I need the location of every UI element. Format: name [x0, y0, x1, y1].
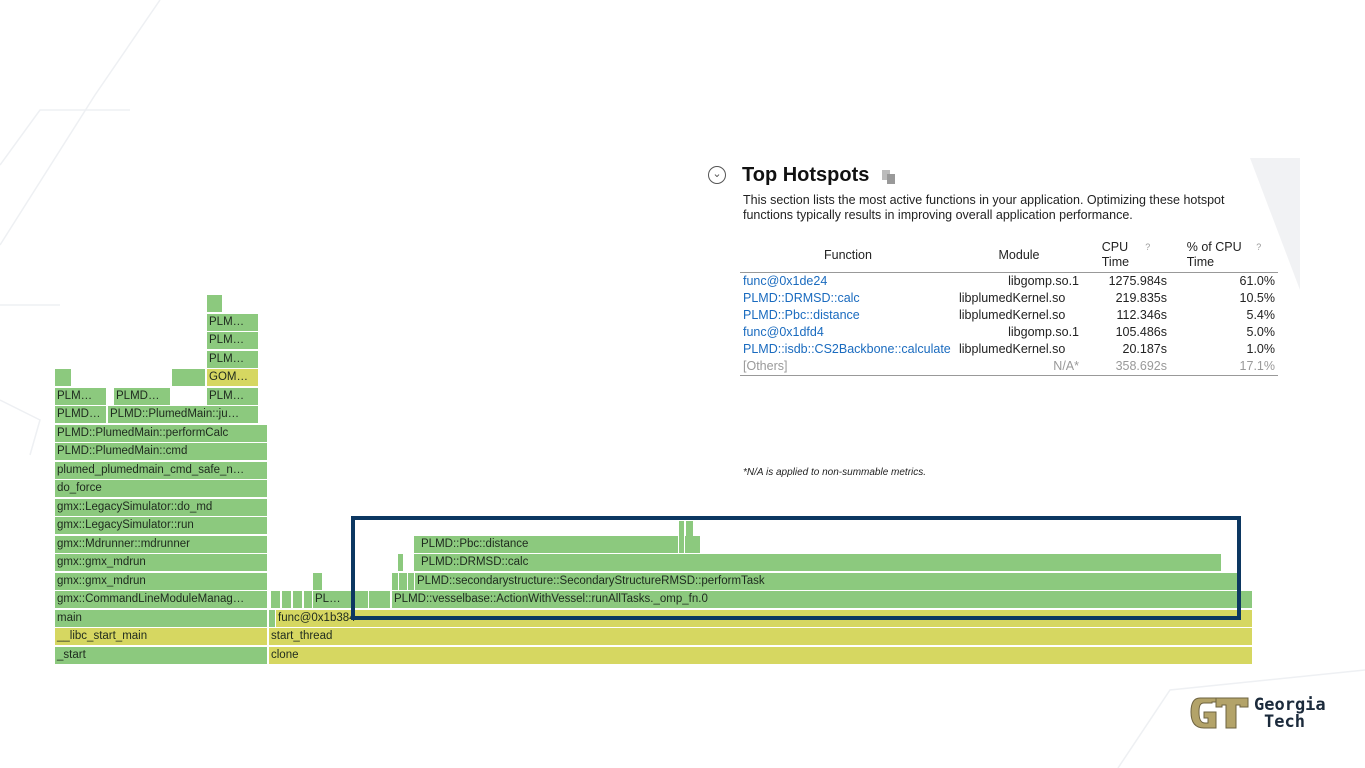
- column-header-module[interactable]: Module: [956, 238, 1082, 273]
- pct-cell: 5.0%: [1246, 325, 1276, 339]
- flame-frame[interactable]: gmx::gmx_mdrun: [55, 554, 268, 571]
- flame-frame[interactable]: plumed_plumedmain_cmd_safe_n…: [55, 462, 268, 479]
- table-row: PLMD::DRMSD::calc libplumedKernel.so 219…: [740, 290, 1278, 307]
- pct-cell: 61.0%: [1239, 274, 1275, 288]
- flame-frame[interactable]: [207, 295, 223, 312]
- flame-frame[interactable]: gmx::LegacySimulator::do_md: [55, 499, 268, 516]
- table-row: PLMD::isdb::CS2Backbone::calculate libpl…: [740, 341, 1278, 358]
- module-cell: libgomp.so.1: [1008, 274, 1079, 288]
- flame-frame[interactable]: PLM…: [207, 351, 259, 368]
- flame-frame[interactable]: __libc_start_main: [55, 628, 268, 645]
- hotspots-title: Top Hotspots: [742, 164, 870, 186]
- hotspots-table: Function Module CPU Time ? % of CPU Time…: [740, 238, 1278, 376]
- module-cell: libgomp.so.1: [1008, 325, 1079, 339]
- flame-frame[interactable]: PLM…: [207, 388, 259, 405]
- georgia-tech-logo: [1190, 697, 1249, 729]
- column-header-label: % of CPU Time: [1186, 240, 1242, 269]
- flame-frame[interactable]: gmx::gmx_mdrun: [55, 573, 268, 590]
- pct-cell: 10.5%: [1239, 291, 1275, 305]
- module-cell: libplumedKernel.so: [959, 291, 1066, 305]
- collapse-toggle-icon[interactable]: ⌄: [708, 166, 726, 184]
- pct-cell: 5.4%: [1246, 308, 1276, 322]
- pct-cell: 1.0%: [1246, 342, 1276, 356]
- flame-frame[interactable]: gmx::CommandLineModuleManag…: [55, 591, 268, 608]
- module-cell: libplumedKernel.so: [959, 308, 1066, 322]
- cpu-time-cell: 105.486s: [1115, 325, 1167, 339]
- flame-frame[interactable]: PLM…: [207, 332, 259, 349]
- flame-frame[interactable]: [271, 591, 281, 608]
- flame-frame[interactable]: [282, 591, 292, 608]
- cpu-time-cell: 20.187s: [1122, 342, 1167, 356]
- help-icon[interactable]: ?: [1256, 242, 1261, 252]
- flame-frame[interactable]: gmx::LegacySimulator::run: [55, 517, 268, 534]
- flame-frame[interactable]: gmx::Mdrunner::mdrunner: [55, 536, 268, 553]
- flame-frame[interactable]: clone: [269, 647, 1253, 664]
- cpu-time-cell: 219.835s: [1115, 291, 1167, 305]
- cpu-time-cell: 112.346s: [1116, 308, 1167, 322]
- flame-frame[interactable]: do_force: [55, 480, 268, 497]
- flame-frame[interactable]: PLMD…: [55, 406, 107, 423]
- table-row: PLMD::Pbc::distance libplumedKernel.so 1…: [740, 307, 1278, 324]
- table-row-others: [Others] N/A* 358.692s 17.1%: [740, 358, 1278, 376]
- flame-frame[interactable]: main: [55, 610, 268, 627]
- flame-frame[interactable]: PLMD…: [114, 388, 171, 405]
- column-header-function[interactable]: Function: [740, 238, 956, 273]
- flame-frame[interactable]: [304, 591, 313, 608]
- column-header-label: CPU Time: [1101, 240, 1130, 269]
- function-link[interactable]: PLMD::Pbc::distance: [740, 307, 956, 324]
- flame-frame[interactable]: PLM…: [55, 388, 107, 405]
- module-cell: N/A*: [956, 358, 1082, 376]
- flame-frame[interactable]: PLMD::PlumedMain::ju…: [108, 406, 259, 423]
- flame-frame[interactable]: [269, 610, 276, 627]
- flame-frame[interactable]: PLM…: [207, 314, 259, 331]
- footnote: *N/A is applied to non-summable metrics.: [743, 467, 927, 478]
- logo-text: Georgia Tech: [1254, 697, 1326, 731]
- module-cell: libplumedKernel.so: [959, 342, 1066, 356]
- flame-frame[interactable]: [313, 573, 323, 590]
- column-header-cpu-time[interactable]: CPU Time ?: [1082, 238, 1170, 273]
- hotspots-description: This section lists the most active funct…: [743, 193, 1225, 222]
- pct-cell: 17.1%: [1170, 358, 1278, 376]
- flame-frame[interactable]: [172, 369, 206, 386]
- flame-frame[interactable]: [55, 369, 72, 386]
- flame-frame[interactable]: GOM…: [207, 369, 259, 386]
- function-link[interactable]: PLMD::DRMSD::calc: [740, 290, 956, 307]
- table-row: func@0x1de24 libgomp.so.1 1275.984s 61.0…: [740, 273, 1278, 291]
- function-link[interactable]: func@0x1de24: [740, 273, 956, 291]
- flame-frame[interactable]: PL…: [313, 591, 353, 608]
- function-cell: [Others]: [740, 358, 956, 376]
- table-row: func@0x1dfd4 libgomp.so.1 105.486s 5.0%: [740, 324, 1278, 341]
- logo-line: Tech: [1264, 712, 1305, 732]
- flame-frame[interactable]: _start: [55, 647, 268, 664]
- cpu-time-cell: 358.692s: [1082, 358, 1170, 376]
- flame-frame[interactable]: PLMD::PlumedMain::performCalc: [55, 425, 268, 442]
- flame-frame[interactable]: start_thread: [269, 628, 1253, 645]
- highlight-box: [351, 516, 1241, 620]
- function-link[interactable]: PLMD::isdb::CS2Backbone::calculate: [740, 341, 956, 358]
- column-header-pct-cpu-time[interactable]: % of CPU Time ?: [1170, 238, 1278, 273]
- copy-icon[interactable]: [881, 169, 897, 185]
- flame-frame[interactable]: [293, 591, 303, 608]
- flame-frame[interactable]: PLMD::PlumedMain::cmd: [55, 443, 268, 460]
- cpu-time-cell: 1275.984s: [1108, 274, 1167, 288]
- function-link[interactable]: func@0x1dfd4: [740, 324, 956, 341]
- help-icon[interactable]: ?: [1145, 242, 1150, 252]
